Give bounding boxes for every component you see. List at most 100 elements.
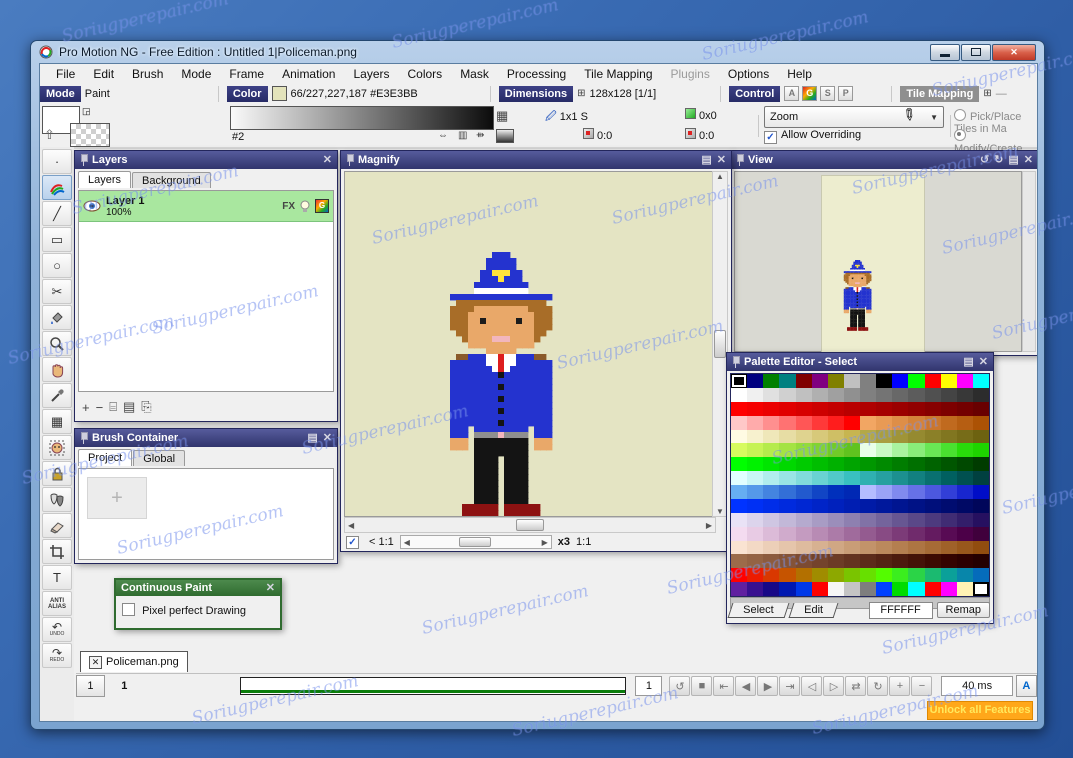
auto-button[interactable]: A (1015, 675, 1037, 697)
palette-color-0-0[interactable] (731, 374, 748, 388)
palette-color-11-7[interactable] (843, 526, 860, 541)
palette-color-7-3[interactable] (779, 471, 796, 485)
palette-color-15-6[interactable] (827, 582, 844, 596)
palette-color-15-3[interactable] (779, 582, 796, 596)
next-frame-button[interactable]: ▶ (757, 676, 779, 696)
palette-color-3-12[interactable] (924, 415, 941, 430)
palette-color-5-12[interactable] (924, 443, 941, 458)
palette-color-15-10[interactable] (892, 582, 909, 596)
palette-color-11-13[interactable] (940, 526, 957, 541)
palette-color-13-4[interactable] (795, 554, 812, 569)
palette-color-5-0[interactable] (731, 443, 748, 458)
scroll-right-icon[interactable]: ▶ (703, 521, 715, 530)
palette-color-7-0[interactable] (731, 471, 748, 485)
tab-select[interactable]: Select (727, 602, 790, 618)
palette-color-1-12[interactable] (924, 387, 941, 402)
palette-color-0-4[interactable] (795, 374, 812, 388)
palette-color-2-15[interactable] (972, 401, 989, 416)
unlock-all-features-button[interactable]: Unlock all Features (927, 701, 1033, 720)
rotate-cw-icon[interactable]: ↻ (994, 154, 1003, 166)
palette-color-15-11[interactable] (908, 582, 925, 596)
palette-color-2-5[interactable] (811, 401, 828, 416)
palette-color-4-6[interactable] (827, 429, 844, 444)
palette-color-5-11[interactable] (908, 443, 925, 458)
palette-color-3-11[interactable] (908, 415, 925, 430)
palette-color-8-3[interactable] (779, 485, 796, 499)
palette-color-15-12[interactable] (924, 582, 941, 596)
gradient-table-icon[interactable]: ▦ (496, 108, 508, 124)
prev-frame-button[interactable]: ◀ (735, 676, 757, 696)
palette-color-8-0[interactable] (731, 485, 748, 499)
palette-color-5-5[interactable] (811, 443, 828, 458)
control-a-icon[interactable]: A (784, 86, 800, 101)
stencil-tool[interactable] (42, 435, 72, 460)
palette-color-13-2[interactable] (763, 554, 780, 569)
palette-color-5-8[interactable] (860, 443, 877, 458)
palette-color-0-11[interactable] (908, 374, 925, 388)
palette-color-6-9[interactable] (876, 457, 893, 472)
mask-tool[interactable] (42, 487, 72, 512)
palette-color-13-7[interactable] (843, 554, 860, 569)
palette-color-14-6[interactable] (827, 568, 844, 583)
palette-color-3-7[interactable] (843, 415, 860, 430)
palette-color-10-12[interactable] (924, 512, 941, 527)
palette-color-10-1[interactable] (747, 512, 764, 527)
palette-color-12-5[interactable] (811, 540, 828, 555)
crop-tool[interactable] (42, 539, 72, 564)
menu-processing[interactable]: Processing (499, 65, 574, 83)
palette-color-10-10[interactable] (892, 512, 909, 527)
palette-color-4-14[interactable] (956, 429, 973, 444)
palette-color-8-9[interactable] (876, 485, 893, 499)
palette-color-2-10[interactable] (892, 401, 909, 416)
eyedropper-tool[interactable] (42, 383, 72, 408)
tab-global[interactable]: Global (133, 450, 186, 466)
palette-color-1-4[interactable] (795, 387, 812, 402)
palette-color-12-1[interactable] (747, 540, 764, 555)
palette-color-11-8[interactable] (860, 526, 877, 541)
palette-color-13-6[interactable] (827, 554, 844, 569)
palette-color-0-10[interactable] (892, 374, 909, 388)
palette-color-12-11[interactable] (908, 540, 925, 555)
frame-field[interactable]: 1 (635, 676, 663, 696)
palette-color-7-9[interactable] (876, 471, 893, 485)
palette-color-8-6[interactable] (827, 485, 844, 499)
palette-color-2-4[interactable] (795, 401, 812, 416)
palette-color-12-0[interactable] (731, 540, 748, 555)
palette-color-14-9[interactable] (876, 568, 893, 583)
tab-project[interactable]: Project (78, 449, 133, 466)
palette-color-2-14[interactable] (956, 401, 973, 416)
palette-color-4-2[interactable] (763, 429, 780, 444)
menu-tile-mapping[interactable]: Tile Mapping (576, 65, 660, 83)
remove-frame-button[interactable]: − (911, 676, 933, 696)
palette-color-9-10[interactable] (892, 498, 909, 513)
palette-color-2-7[interactable] (843, 401, 860, 416)
play-backward-button[interactable]: ◁ (801, 676, 823, 696)
palette-color-7-10[interactable] (892, 471, 909, 485)
palette-color-3-8[interactable] (860, 415, 877, 430)
palette-color-1-0[interactable] (731, 387, 748, 402)
gradient-bar[interactable] (230, 106, 494, 130)
palette-color-10-11[interactable] (908, 512, 925, 527)
palette-color-14-14[interactable] (956, 568, 973, 583)
palette-color-8-10[interactable] (892, 485, 909, 499)
palette-color-3-15[interactable] (972, 415, 989, 430)
repeat-button[interactable]: ↻ (867, 676, 889, 696)
palette-color-9-5[interactable] (811, 498, 828, 513)
palette-color-9-0[interactable] (731, 498, 748, 513)
palette-color-12-13[interactable] (940, 540, 957, 555)
palette-color-5-9[interactable] (876, 443, 893, 458)
add-layer-icon[interactable]: + (82, 400, 90, 415)
palette-color-4-13[interactable] (940, 429, 957, 444)
palette-color-8-15[interactable] (972, 485, 989, 499)
palette-color-13-13[interactable] (940, 554, 957, 569)
grid-tool[interactable]: ▦ (42, 409, 72, 434)
control-s-icon[interactable]: S (820, 86, 836, 101)
palette-color-8-7[interactable] (843, 485, 860, 499)
palette-color-4-1[interactable] (747, 429, 764, 444)
dimensions-icon[interactable]: ⊞ (577, 88, 585, 99)
layer-g-icon[interactable]: G (315, 199, 329, 213)
palette-color-10-4[interactable] (795, 512, 812, 527)
palette-color-5-15[interactable] (972, 443, 989, 458)
palette-color-10-0[interactable] (731, 512, 748, 527)
first-frame-button[interactable]: ⇤ (713, 676, 735, 696)
